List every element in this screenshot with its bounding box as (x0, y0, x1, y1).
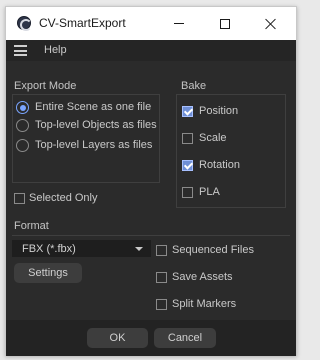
minimize-icon (174, 23, 184, 24)
checkbox-sequenced-files-label[interactable]: Sequenced Files (172, 244, 254, 256)
radio-top-level-objects-label[interactable]: Top-level Objects as files (35, 119, 157, 131)
radio-top-level-layers-label[interactable]: Top-level Layers as files (35, 139, 152, 151)
checkbox-pla[interactable] (182, 187, 193, 198)
checkbox-rotation-label[interactable]: Rotation (199, 159, 240, 171)
settings-button[interactable]: Settings (14, 263, 82, 283)
window-title: CV-SmartExport (39, 16, 126, 30)
format-divider (12, 235, 290, 236)
checkbox-split-markers-label[interactable]: Split Markers (172, 298, 236, 310)
radio-entire-scene[interactable] (16, 101, 29, 114)
export-mode-title: Export Mode (14, 80, 77, 92)
maximize-icon (220, 18, 230, 29)
chevron-down-icon (135, 247, 143, 251)
checkbox-selected-only-label[interactable]: Selected Only (29, 192, 97, 204)
radio-top-level-layers[interactable] (16, 139, 29, 152)
checkbox-save-assets-label[interactable]: Save Assets (172, 271, 233, 283)
cinema4d-app-icon (17, 16, 32, 31)
checkbox-split-markers[interactable] (156, 299, 167, 310)
bake-title: Bake (181, 80, 207, 92)
dialog-footer: OK Cancel (6, 320, 296, 356)
radio-top-level-objects[interactable] (16, 119, 29, 132)
minimize-button[interactable] (156, 7, 202, 40)
checkbox-position[interactable] (182, 106, 193, 117)
format-dropdown-value: FBX (*.fbx) (22, 243, 76, 255)
format-dropdown[interactable]: FBX (*.fbx) (12, 240, 151, 257)
maximize-button[interactable] (202, 7, 248, 40)
ok-button[interactable]: OK (87, 328, 148, 348)
dialog-window: CV-SmartExport Help Export Mode Entire S… (5, 6, 297, 356)
checkbox-save-assets[interactable] (156, 272, 167, 283)
close-icon (265, 18, 277, 30)
checkbox-rotation[interactable] (182, 160, 193, 171)
hamburger-icon[interactable] (14, 45, 27, 56)
dialog-content: Export Mode Entire Scene as one file Top… (6, 61, 296, 356)
checkbox-scale-label[interactable]: Scale (199, 132, 227, 144)
format-title: Format (14, 220, 49, 232)
title-bar[interactable]: CV-SmartExport (6, 7, 296, 40)
checkbox-position-label[interactable]: Position (199, 105, 238, 117)
radio-entire-scene-label[interactable]: Entire Scene as one file (35, 101, 151, 113)
menu-help[interactable]: Help (44, 44, 67, 56)
menu-bar: Help (6, 40, 296, 61)
close-button[interactable] (248, 7, 294, 40)
checkbox-scale[interactable] (182, 133, 193, 144)
checkbox-sequenced-files[interactable] (156, 245, 167, 256)
cancel-button[interactable]: Cancel (154, 328, 216, 348)
checkbox-pla-label[interactable]: PLA (199, 186, 220, 198)
checkbox-selected-only[interactable] (14, 193, 25, 204)
